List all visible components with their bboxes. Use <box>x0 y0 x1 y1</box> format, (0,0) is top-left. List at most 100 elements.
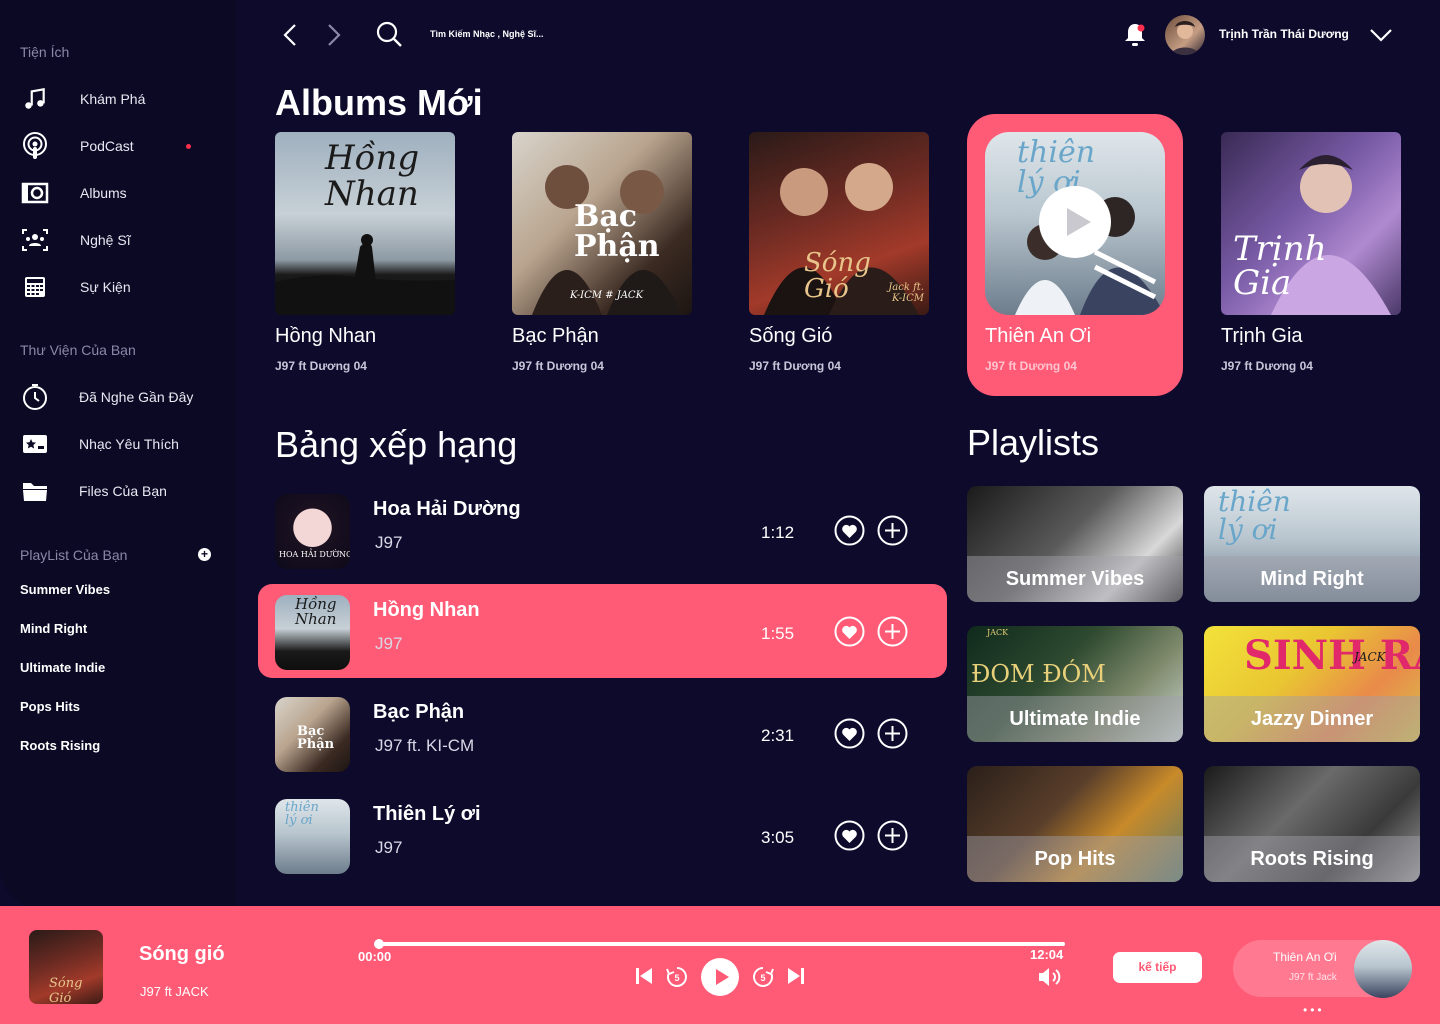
sidebar-item-label: Nghệ Sĩ <box>80 232 131 248</box>
albums-section-title: Albums Mới <box>275 82 483 123</box>
like-button[interactable] <box>834 718 865 749</box>
track-title: Bạc Phận <box>373 701 465 723</box>
playlist-card[interactable]: thiên lý ơi Mind Right <box>1204 486 1420 602</box>
play-button[interactable] <box>1039 186 1111 258</box>
heart-icon <box>834 616 865 647</box>
back-button[interactable] <box>280 22 302 53</box>
plus-icon <box>877 616 908 647</box>
playlist-card[interactable]: Summer Vibes <box>967 486 1183 602</box>
sidebar-playlist-item[interactable]: Ultimate Indie <box>20 660 105 675</box>
sidebar-playlist-item[interactable]: Summer Vibes <box>20 582 110 597</box>
playlists-section-title: Playlists <box>967 422 1100 463</box>
chart-row-active[interactable]: Hồng Nhan Hồng Nhan J97 1:55 <box>258 584 947 678</box>
sidebar-playlist-item[interactable]: Roots Rising <box>20 738 100 753</box>
notification-dot <box>186 143 191 149</box>
chart-row[interactable]: Bạc Phận Bạc Phận J97 ft. KI-CM 2:31 <box>258 686 947 780</box>
progress-knob[interactable] <box>374 939 384 949</box>
track-duration: 3:05 <box>761 828 795 847</box>
user-name[interactable]: Trịnh Trần Thái Dương <box>1219 27 1349 41</box>
album-cover-subtext: Jack ft. K-ICM <box>888 282 924 304</box>
now-playing-cover: Sóng Gió <box>29 930 103 1004</box>
previous-button[interactable] <box>634 966 654 991</box>
progress-bar[interactable] <box>377 942 1065 946</box>
playlist-card[interactable]: JACK ĐOM ĐÓM Ultimate Indie <box>967 626 1183 742</box>
sidebar-item-label: Files Của Bạn <box>79 483 167 499</box>
rewind-5-icon: 5 <box>666 967 687 987</box>
svg-text:5: 5 <box>674 973 679 983</box>
more-options-icon[interactable]: ••• <box>1303 1003 1325 1017</box>
playlist-card[interactable]: Roots Rising <box>1204 766 1420 882</box>
volume-button[interactable] <box>1037 966 1063 993</box>
sidebar-item-albums[interactable]: Albums <box>20 176 216 210</box>
sidebar-item-files[interactable]: Files Của Bạn <box>20 474 216 508</box>
chart-row[interactable]: thiên lý ơi Thiên Lý ơi J97 3:05 <box>258 788 947 882</box>
album-cover: Trịnh Gia <box>1221 132 1401 315</box>
rewind-5-button[interactable]: 5 <box>665 965 689 994</box>
search-input[interactable]: Tìm Kiếm Nhạc , Nghệ Sĩ... <box>430 29 544 39</box>
track-thumbnail-text: Hồng Nhan <box>295 595 337 628</box>
avatar[interactable] <box>1165 15 1205 55</box>
playlist-card[interactable]: Pop Hits <box>967 766 1183 882</box>
add-playlist-button[interactable]: + <box>198 548 211 561</box>
next-up-button[interactable]: kế tiếp <box>1113 952 1202 983</box>
album-artist: J97 ft Dương 04 <box>512 359 604 373</box>
add-to-playlist-button[interactable] <box>877 515 908 546</box>
sidebar-item-podcast[interactable]: PodCast <box>20 129 216 163</box>
play-pause-button[interactable] <box>701 958 739 996</box>
album-card[interactable]: Bạc Phận K-ICM # JACK Bạc Phận J97 ft Dư… <box>512 132 692 373</box>
album-cover: Bạc Phận K-ICM # JACK <box>512 132 692 315</box>
forward-5-button[interactable]: 5 <box>751 965 775 994</box>
notification-button[interactable] <box>1122 21 1148 54</box>
playlist-card-label: Roots Rising <box>1204 836 1420 882</box>
track-thumbnail: HOA HẢI DƯỜNG <box>275 494 350 569</box>
sidebar-item-discover[interactable]: Khám Phá <box>20 82 216 116</box>
sidebar-playlist-item[interactable]: Mind Right <box>20 621 87 636</box>
search-icon <box>376 21 402 47</box>
track-duration: 2:31 <box>761 726 795 745</box>
chevron-left-icon <box>283 24 296 46</box>
like-button[interactable] <box>834 820 865 851</box>
sidebar-item-artists[interactable]: Nghệ Sĩ <box>20 223 216 257</box>
heart-icon <box>834 515 865 546</box>
forward-5-icon: 5 <box>753 967 774 987</box>
search-button[interactable] <box>375 20 403 53</box>
sidebar-item-label: Albums <box>80 185 127 201</box>
album-card[interactable]: Sóng Gió Jack ft. K-ICM Sống Gió J97 ft … <box>749 132 929 373</box>
add-to-playlist-button[interactable] <box>877 718 908 749</box>
album-cover-subtext: K-ICM # JACK <box>570 290 644 301</box>
playlist-card-label: Summer Vibes <box>967 556 1183 602</box>
sidebar-item-label: Nhạc Yêu Thích <box>79 436 179 452</box>
svg-text:5: 5 <box>760 973 765 983</box>
chart-section-title: Bảng xếp hạng <box>275 424 518 465</box>
bell-icon <box>1125 24 1145 46</box>
sidebar-playlist-item[interactable]: Pops Hits <box>20 699 80 714</box>
track-thumbnail: thiên lý ơi <box>275 799 350 874</box>
playlist-card[interactable]: SINH RA JACK Jazzy Dinner <box>1204 626 1420 742</box>
next-track-button[interactable] <box>786 966 806 991</box>
chart-row[interactable]: HOA HẢI DƯỜNG Hoa Hải Dường J97 1:12 <box>258 483 947 577</box>
sidebar-item-recent[interactable]: Đã Nghe Gần Đây <box>20 380 216 414</box>
like-button[interactable] <box>834 515 865 546</box>
album-card[interactable]: Hồng Nhan Hồng Nhan J97 ft Dương 04 <box>275 132 455 373</box>
sidebar-item-label: Đã Nghe Gần Đây <box>79 389 194 405</box>
play-icon <box>1067 208 1091 236</box>
album-card-active[interactable]: thiên lý ơi Thiên An Ơi J97 ft Dương 04 <box>985 132 1165 373</box>
now-playing-artist: J97 ft JACK <box>140 984 209 999</box>
sidebar-item-favorites[interactable]: Nhạc Yêu Thích <box>20 427 216 461</box>
forward-button[interactable] <box>322 22 344 53</box>
add-to-playlist-button[interactable] <box>877 820 908 851</box>
album-card[interactable]: Trịnh Gia Trịnh Gia J97 ft Dương 04 <box>1221 132 1401 373</box>
plus-icon <box>877 820 908 851</box>
like-button[interactable] <box>834 616 865 647</box>
track-thumbnail: Hồng Nhan <box>275 595 350 670</box>
sidebar-item-events[interactable]: Sự Kiện <box>20 270 216 304</box>
user-menu-button[interactable] <box>1368 26 1394 49</box>
add-to-playlist-button[interactable] <box>877 616 908 647</box>
clock-icon <box>20 382 50 412</box>
next-up-card[interactable]: Thiên An Ơi J97 ft Jack <box>1233 940 1412 998</box>
sidebar-item-label: PodCast <box>80 138 134 154</box>
heart-icon <box>834 820 865 851</box>
time-current: 00:00 <box>358 949 392 964</box>
sidebar-section-title-library: Thư Viện Của Bạn <box>20 342 136 358</box>
playlist-card-label: Jazzy Dinner <box>1204 696 1420 742</box>
